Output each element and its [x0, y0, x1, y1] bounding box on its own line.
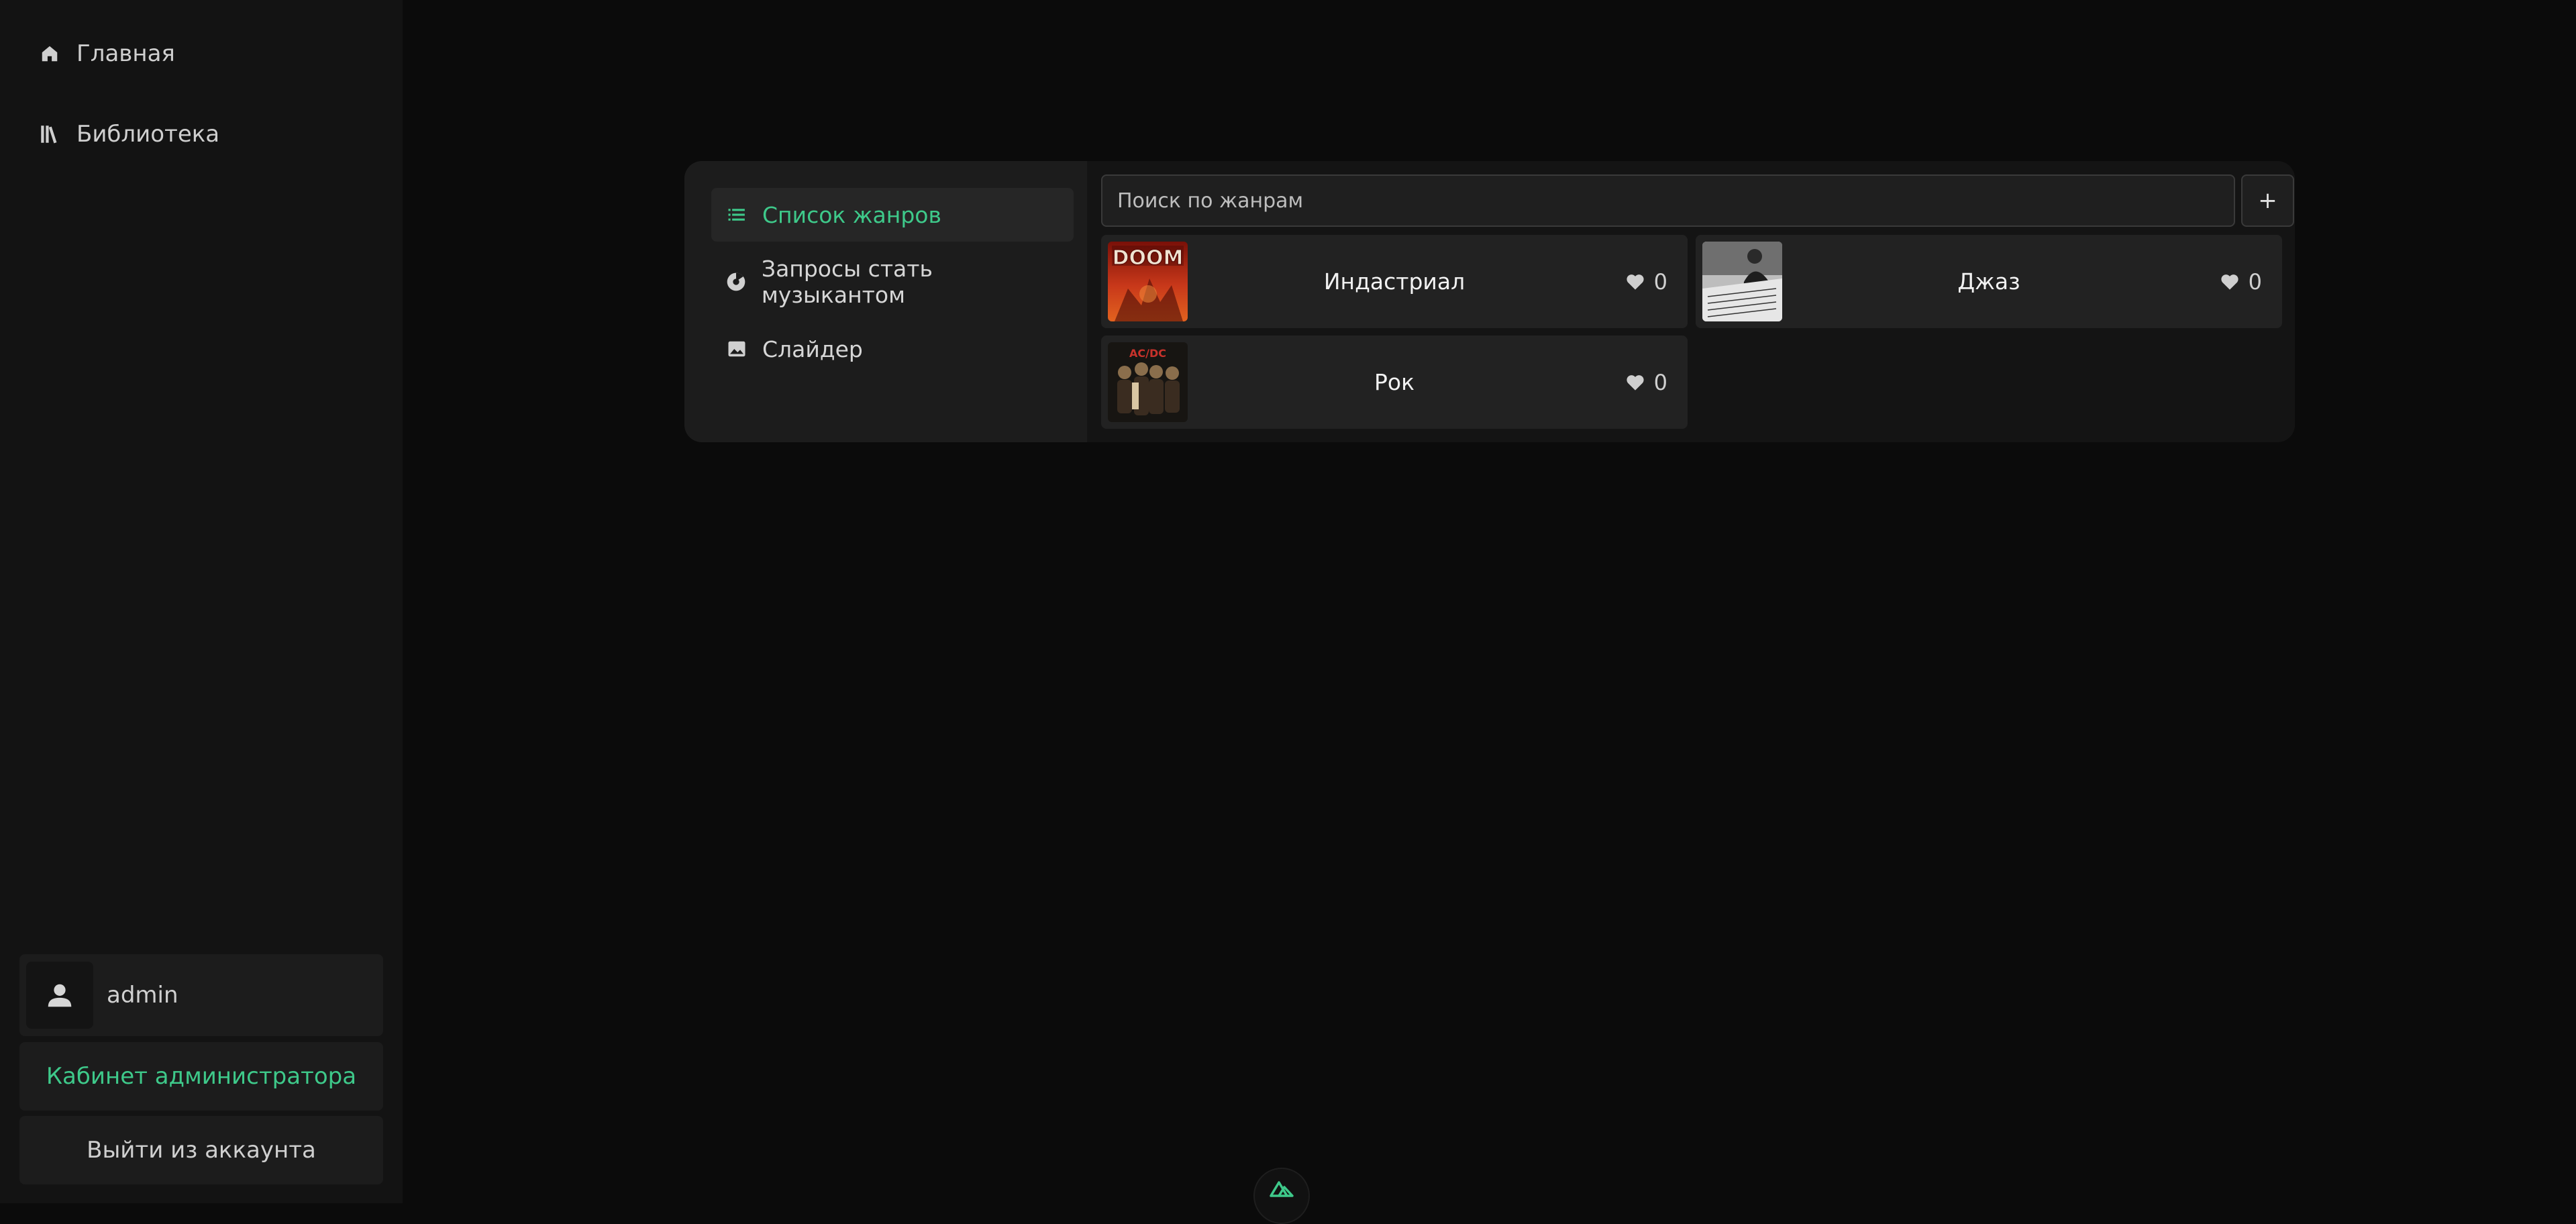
genre-likes: 0 [1626, 336, 1667, 429]
nuxt-devtools-icon[interactable] [1253, 1168, 1310, 1224]
admin-nav-label: Запросы стать музыкантом [761, 256, 933, 308]
genre-name: Джаз [1957, 268, 2020, 295]
admin-nav-musician-requests[interactable]: Запросы стать музыкантом [711, 255, 1074, 309]
acdc-cover: AC/DC [1108, 342, 1188, 422]
genre-likes: 0 [2220, 235, 2262, 328]
username: admin [107, 982, 178, 1009]
admin-nav-genres[interactable]: Список жанров [711, 188, 1074, 242]
admin-nav-label: Список жанров [762, 201, 941, 228]
genre-card[interactable]: Джаз 0 [1696, 235, 2282, 328]
svg-text:DOOM: DOOM [1113, 246, 1184, 270]
genre-name: Рок [1374, 369, 1415, 395]
genre-likes: 0 [1626, 235, 1667, 328]
genre-card[interactable]: AC/DC Рок 0 [1101, 336, 1688, 429]
user-card[interactable]: admin [19, 954, 383, 1036]
admin-nav-label: Слайдер [762, 336, 863, 362]
nav-item-home[interactable]: Главная [38, 30, 175, 77]
avatar [26, 962, 93, 1029]
genre-name: Индастриал [1323, 268, 1465, 295]
user-icon [48, 984, 72, 1007]
svg-text:AC/DC: AC/DC [1129, 347, 1166, 360]
heart-icon [1626, 372, 1646, 393]
nav-item-library[interactable]: Библиотека [38, 111, 219, 158]
doom-cover: DOOM [1108, 242, 1188, 321]
genre-card[interactable]: DOOM Индастриал 0 [1101, 235, 1688, 328]
likes-count: 0 [1653, 369, 1667, 395]
heart-icon [2220, 272, 2240, 292]
sidebar: Главная Библиотека admin Кабинет админис… [0, 0, 403, 1203]
heart-icon [1626, 272, 1646, 292]
library-icon [38, 122, 62, 146]
image-icon [725, 337, 749, 361]
add-genre-button[interactable]: + [2241, 174, 2294, 227]
admin-cabinet-button[interactable]: Кабинет администратора [19, 1042, 383, 1111]
genre-list-content: + DOOM Индастриал 0 [1087, 161, 2295, 442]
genre-search-input[interactable] [1101, 174, 2235, 227]
jazz-cover [1702, 242, 1782, 321]
admin-panel: Список жанров Запросы стать музыкантом С… [684, 161, 2295, 442]
logout-button[interactable]: Выйти из аккаунта [19, 1116, 383, 1184]
list-icon [725, 203, 749, 227]
likes-count: 0 [2248, 268, 2262, 295]
disc-icon [725, 270, 748, 294]
admin-nav-slider[interactable]: Слайдер [711, 322, 1074, 376]
admin-nav: Список жанров Запросы стать музыкантом С… [684, 161, 1087, 442]
home-icon [38, 42, 62, 66]
likes-count: 0 [1653, 268, 1667, 295]
nav-item-label: Библиотека [76, 121, 220, 148]
nav-item-label: Главная [76, 40, 175, 67]
